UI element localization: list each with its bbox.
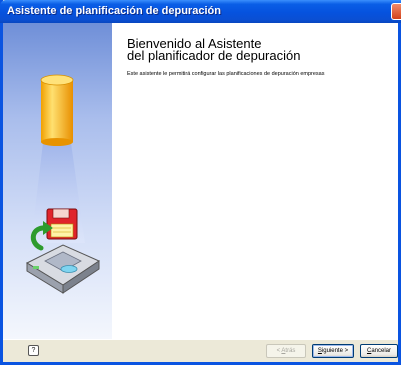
heading-line-2: del planificador de depuración <box>127 48 301 63</box>
cylinder-icon <box>40 74 74 146</box>
drive-icon <box>25 244 101 294</box>
backup-illustration <box>25 74 101 294</box>
next-rest: iguiente > <box>321 348 349 354</box>
close-button[interactable] <box>391 3 401 20</box>
window-title: Asistente de planificación de depuración <box>7 5 221 17</box>
wizard-window: Asistente de planificación de depuración <box>0 0 401 365</box>
wizard-side-panel <box>3 23 112 339</box>
welcome-heading: Bienvenido al Asistente del planificador… <box>127 37 301 63</box>
floppy-disk-icon <box>46 208 78 240</box>
next-button[interactable]: Siguiente > <box>312 344 354 358</box>
cancel-rest: ancelar <box>371 348 392 354</box>
title-bar[interactable]: Asistente de planificación de depuración <box>0 0 401 23</box>
back-button[interactable]: < Atrás <box>266 344 306 358</box>
welcome-description: Este asistente le permitirá configurar l… <box>127 71 325 77</box>
wizard-footer: ? < Atrás Siguiente > Cancelar <box>3 339 398 362</box>
wizard-content: Bienvenido al Asistente del planificador… <box>3 23 398 339</box>
back-rest: trás <box>285 348 296 354</box>
help-icon[interactable]: ? <box>28 345 39 356</box>
cancel-button[interactable]: Cancelar <box>360 344 398 358</box>
